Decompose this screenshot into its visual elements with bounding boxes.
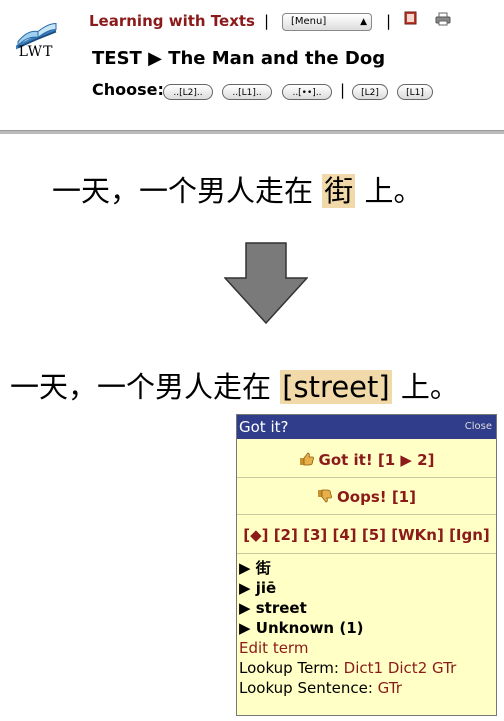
- sentence-text: 上。: [364, 174, 423, 208]
- sentence-text: 一天，一个男人走在: [52, 174, 314, 208]
- lookup-sentence-label: Lookup Sentence:: [239, 679, 373, 697]
- term-text: ▶ 街: [239, 559, 271, 577]
- sentence-text: 上。: [400, 370, 459, 404]
- status-button-well-known[interactable]: [WKn]: [391, 526, 444, 544]
- edit-term-link[interactable]: Edit term: [239, 638, 494, 658]
- status-row: [◆] [2] [3] [4] [5] [WKn] [Ign]: [237, 515, 496, 554]
- choose-label: Choose:: [92, 80, 164, 99]
- oops-button[interactable]: Oops! [1]: [317, 488, 416, 506]
- lookup-term-row: Lookup Term: Dict1 Dict2 GTr: [239, 658, 494, 678]
- separator: |: [340, 81, 346, 99]
- select-arrows-icon: ▲: [360, 17, 367, 27]
- term-details: ▶ 街 ▶ jiē ▶ street ▶ Unknown (1) Edit te…: [237, 554, 496, 698]
- status-button-ignore[interactable]: [Ign]: [449, 526, 490, 544]
- header-divider: [0, 130, 504, 134]
- choose-l2-button[interactable]: [L2]: [352, 84, 388, 100]
- popup-title: Got it?: [239, 418, 289, 436]
- choose-dots-button[interactable]: ..[••]..: [282, 84, 332, 100]
- popup-close-button[interactable]: Close: [465, 421, 492, 432]
- lookup-term-label: Lookup Term:: [239, 659, 339, 677]
- dict1-link[interactable]: Dict1: [344, 659, 383, 677]
- text-title: TEST ▶ The Man and the Dog: [92, 48, 386, 69]
- separator: |: [386, 12, 392, 30]
- thumbs-up-icon: [299, 452, 314, 466]
- print-icon[interactable]: [435, 12, 451, 26]
- oops-label: Oops! [1]: [337, 488, 416, 506]
- got-it-label: Got it! [1 ▶ 2]: [318, 451, 435, 469]
- menu-select-value: [Menu]: [291, 16, 327, 27]
- lookup-sentence-row: Lookup Sentence: GTr: [239, 678, 494, 698]
- status-button-3[interactable]: [3]: [303, 526, 327, 544]
- choose-l2-both-button[interactable]: ..[L2]..: [163, 84, 213, 100]
- choose-l1-button[interactable]: [L1]: [397, 84, 433, 100]
- status-button-2[interactable]: [2]: [274, 526, 298, 544]
- oops-row: Oops! [1]: [237, 478, 496, 515]
- app-title-link[interactable]: Learning with Texts: [89, 12, 255, 30]
- dict2-link[interactable]: Dict2: [388, 659, 427, 677]
- translated-term[interactable]: [street]: [280, 370, 392, 404]
- term-popup: Got it? Close Got it! [1 ▶ 2] Oops! [1] …: [236, 414, 497, 716]
- menu-select[interactable]: [Menu] ▲: [282, 13, 372, 31]
- down-arrow-icon: [224, 242, 308, 324]
- popup-header: Got it? Close: [237, 415, 496, 439]
- term-translation: ▶ street: [239, 599, 307, 617]
- choose-l1-both-button[interactable]: ..[L1]..: [222, 84, 272, 100]
- logo-text: LWT: [18, 44, 54, 60]
- term-romanization: ▶ jiē: [239, 579, 277, 597]
- status-button-5[interactable]: [5]: [362, 526, 386, 544]
- term-status: ▶ Unknown (1): [239, 619, 364, 637]
- got-it-row: Got it! [1 ▶ 2]: [237, 439, 496, 478]
- sentence-after: 一天，一个男人走在 [street] 上。: [10, 364, 459, 406]
- sentence-text: 一天，一个男人走在: [10, 370, 272, 404]
- gtr-sentence-link[interactable]: GTr: [378, 679, 402, 697]
- status-button-learning[interactable]: [◆]: [243, 526, 268, 544]
- book-icon[interactable]: [404, 11, 417, 25]
- unknown-term[interactable]: 街: [322, 174, 356, 208]
- sentence-before: 一天，一个男人走在 街 上。: [52, 168, 422, 210]
- separator: |: [264, 12, 270, 30]
- header: LWT Learning with Texts | [Menu] ▲ | TES…: [0, 0, 504, 130]
- got-it-button[interactable]: Got it! [1 ▶ 2]: [299, 451, 435, 469]
- status-button-4[interactable]: [4]: [332, 526, 356, 544]
- gtr-term-link[interactable]: GTr: [432, 659, 456, 677]
- thumbs-down-icon: [318, 489, 332, 503]
